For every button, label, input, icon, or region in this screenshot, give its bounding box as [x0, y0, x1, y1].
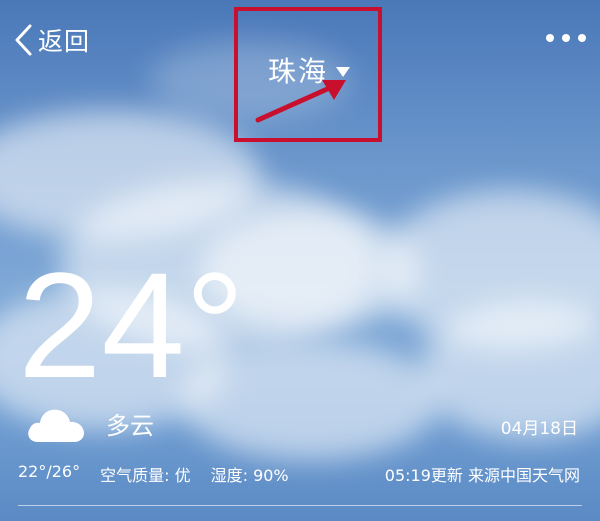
- back-label: 返回: [38, 27, 91, 56]
- back-button[interactable]: 返回: [12, 20, 90, 60]
- divider: [18, 505, 582, 506]
- cloud-icon: [28, 409, 84, 442]
- more-dots-icon: [578, 34, 586, 42]
- weather-details-row: 22°/26° 空气质量: 优 湿度: 90%: [18, 462, 289, 486]
- temperature-range: 22°/26°: [18, 462, 81, 481]
- current-temperature: 24°: [18, 241, 245, 409]
- date-label: 04月18日: [500, 419, 578, 439]
- air-quality: 空气质量: 优: [100, 466, 191, 485]
- more-options-button[interactable]: [546, 26, 586, 50]
- more-dots-icon: [546, 34, 554, 42]
- weather-condition: 多云: [106, 411, 154, 440]
- update-source: 05:19更新 来源中国天气网: [384, 466, 580, 485]
- weather-condition-row: 多云: [24, 400, 154, 446]
- chevron-left-icon: [15, 24, 32, 56]
- annotation-arrow-icon: [255, 80, 346, 123]
- humidity: 湿度: 90%: [210, 466, 289, 485]
- more-dots-icon: [562, 34, 570, 42]
